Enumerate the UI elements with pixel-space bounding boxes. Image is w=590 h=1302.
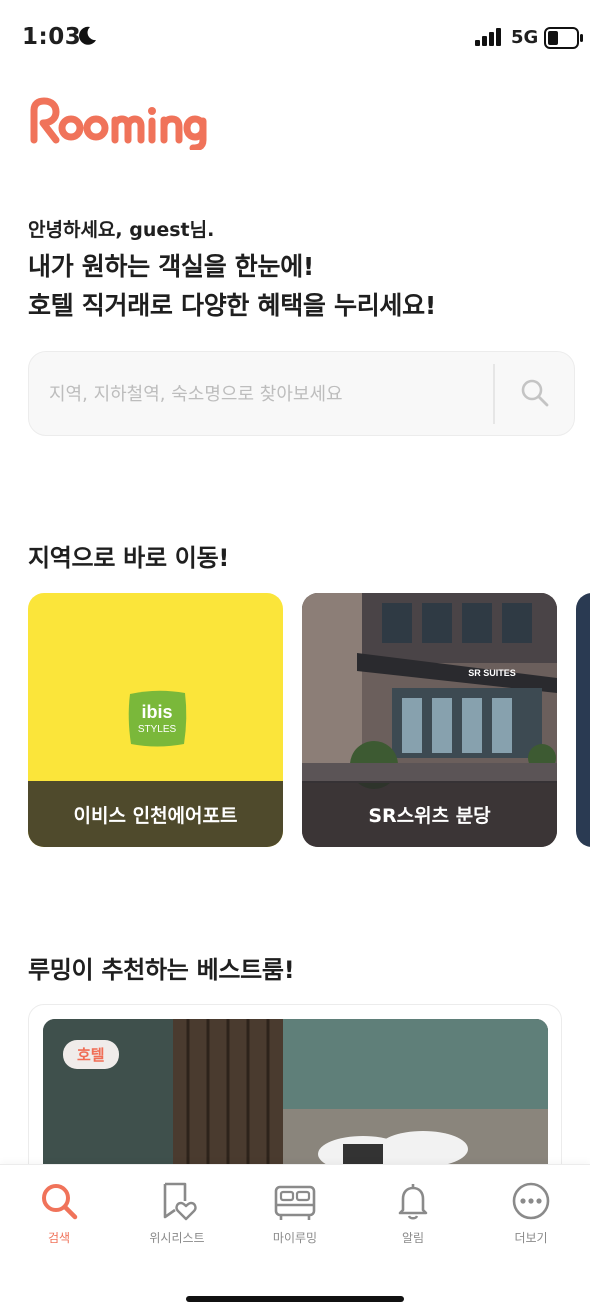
tab-search[interactable]: 검색 (0, 1181, 118, 1261)
search-icon (520, 378, 550, 412)
greeting-headline-1: 내가 원하는 객실을 한눈에! (28, 252, 315, 281)
tab-label: 알림 (401, 1231, 425, 1245)
recommend-title: 루밍이 추천하는 베스트룸! (28, 956, 295, 984)
greeting-name: 안녕하세요, guest님. (28, 219, 215, 241)
room-type-badge: 호텔 (63, 1040, 119, 1069)
status-time: 1:03 (22, 24, 82, 50)
tab-notifications[interactable]: 알림 (354, 1181, 472, 1261)
bottom-tab-bar: 검색 위시리스트 마이루밍 알림 더보기 (0, 1164, 590, 1302)
greeting-headline-2: 호텔 직거래로 다양한 혜택을 누리세요! (28, 291, 436, 320)
home-indicator[interactable] (186, 1296, 404, 1302)
battery-icon (544, 27, 584, 53)
moon-icon (76, 25, 98, 51)
regions-title: 지역으로 바로 이동! (28, 544, 229, 572)
tab-more[interactable]: 더보기 (472, 1181, 590, 1261)
region-card-label: 이비스 인천에어포트 (28, 781, 283, 847)
region-card-label: SR스위츠 분당 (302, 781, 557, 847)
search-input[interactable] (49, 372, 489, 416)
svg-text:ibis: ibis (141, 702, 172, 722)
region-card-sr-suites[interactable]: SR SUITES SR스위츠 분당 (302, 593, 557, 847)
svg-text:SR SUITES: SR SUITES (468, 668, 516, 678)
svg-text:STYLES: STYLES (138, 724, 177, 735)
wishlist-icon (157, 1181, 197, 1225)
network-label: 5G (511, 27, 539, 48)
search-button[interactable] (495, 352, 575, 437)
region-card-ibis[interactable]: ibis STYLES 이비스 인천에어포트 (28, 593, 283, 847)
region-card-next-partial[interactable] (576, 593, 590, 847)
tab-label: 위시리스트 (149, 1231, 205, 1245)
bed-icon (273, 1181, 317, 1225)
signal-icon (475, 28, 503, 50)
status-bar: 1:03 5G (0, 0, 590, 76)
tab-my-rooming[interactable]: 마이루밍 (236, 1181, 354, 1261)
region-card-list: ibis STYLES 이비스 인천에어포트 SR SUITES SR스위츠 분… (28, 593, 590, 848)
tab-label: 마이루밍 (272, 1231, 318, 1245)
tab-label: 더보기 (514, 1231, 548, 1245)
search-bar (28, 351, 575, 436)
app-logo[interactable] (28, 96, 208, 154)
more-icon (511, 1181, 551, 1225)
ibis-styles-logo: ibis STYLES (127, 688, 188, 749)
search-icon (39, 1181, 79, 1225)
tab-wishlist[interactable]: 위시리스트 (118, 1181, 236, 1261)
bell-icon (393, 1181, 433, 1225)
tab-label: 검색 (47, 1231, 71, 1245)
